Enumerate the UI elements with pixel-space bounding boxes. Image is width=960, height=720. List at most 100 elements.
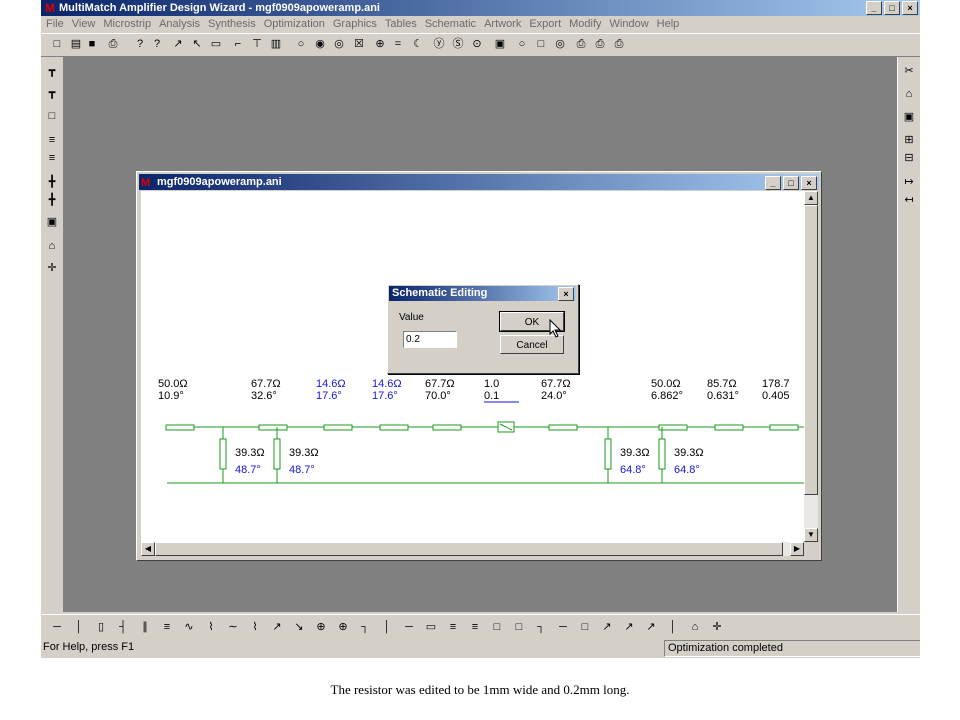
- bottom-tool-28-icon[interactable]: │: [665, 619, 681, 635]
- context-help-icon[interactable]: ?: [149, 36, 165, 52]
- bottom-tool-8-icon[interactable]: ∼: [225, 619, 241, 635]
- bottom-tool-7-icon[interactable]: ⌇: [203, 619, 219, 635]
- menu-optimization[interactable]: Optimization: [261, 16, 328, 32]
- arrow-tool-2-icon[interactable]: ↖: [189, 36, 205, 52]
- bottom-tool-4-icon[interactable]: ∥: [137, 619, 153, 635]
- close-button[interactable]: ×: [902, 1, 918, 15]
- menu-synthesis[interactable]: Synthesis: [205, 16, 259, 32]
- menu-schematic[interactable]: Schematic: [422, 16, 479, 32]
- save-icon[interactable]: ■: [84, 36, 100, 52]
- equals-icon[interactable]: =: [390, 36, 406, 52]
- bottom-tool-19-icon[interactable]: ≡: [467, 619, 483, 635]
- bottom-tool-29-icon[interactable]: ⌂: [687, 619, 703, 635]
- value-input[interactable]: 0.2: [403, 331, 457, 348]
- help-icon[interactable]: ?: [132, 36, 148, 52]
- menu-view[interactable]: View: [69, 16, 99, 32]
- print-stack-icon[interactable]: ⎙: [573, 36, 589, 52]
- left-tool-1-icon[interactable]: ┳: [44, 85, 60, 101]
- bottom-tool-16-icon[interactable]: ─: [401, 619, 417, 635]
- left-tool-7-icon[interactable]: ▣: [44, 214, 60, 230]
- bottom-tool-12-icon[interactable]: ⊕: [313, 619, 329, 635]
- circle-icon[interactable]: ○: [293, 36, 309, 52]
- menu-window[interactable]: Window: [607, 16, 652, 32]
- bottom-tool-23-icon[interactable]: ─: [555, 619, 571, 635]
- scroll-left-arrow-icon[interactable]: ◀: [141, 542, 155, 556]
- right-tool-6-icon[interactable]: ↤: [901, 192, 917, 208]
- box-x-icon[interactable]: ☒: [351, 36, 367, 52]
- bottom-tool-1-icon[interactable]: │: [71, 619, 87, 635]
- menu-file[interactable]: File: [43, 16, 67, 32]
- s-icon[interactable]: Ⓢ: [450, 36, 466, 52]
- left-tool-9-icon[interactable]: ✛: [44, 260, 60, 276]
- scroll-down-arrow-icon[interactable]: ▼: [804, 528, 818, 542]
- vertical-scrollbar[interactable]: ▲ ▼: [804, 191, 818, 542]
- right-tool-2-icon[interactable]: ▣: [901, 109, 917, 125]
- bottom-tool-17-icon[interactable]: ▭: [423, 619, 439, 635]
- scroll-up-arrow-icon[interactable]: ▲: [804, 191, 818, 205]
- bottom-tool-15-icon[interactable]: │: [379, 619, 395, 635]
- bottom-tool-18-icon[interactable]: ≡: [445, 619, 461, 635]
- left-tool-6-icon[interactable]: ╋: [44, 192, 60, 208]
- horizontal-scrollbar[interactable]: ◀ ▶: [141, 542, 804, 556]
- loop-icon[interactable]: ☾: [410, 36, 426, 52]
- menu-artwork[interactable]: Artwork: [481, 16, 524, 32]
- child-maximize-button[interactable]: □: [783, 176, 799, 190]
- left-tool-4-icon[interactable]: ≡: [44, 150, 60, 166]
- right-tool-0-icon[interactable]: ✂: [901, 63, 917, 79]
- open-folder-icon[interactable]: ▤: [68, 36, 84, 52]
- bottom-tool-5-icon[interactable]: ≡: [159, 619, 175, 635]
- bottom-tool-27-icon[interactable]: ↗: [643, 619, 659, 635]
- new-file-icon[interactable]: □: [49, 36, 65, 52]
- circle-3-icon[interactable]: ◎: [331, 36, 347, 52]
- y-icon[interactable]: ⓨ: [431, 36, 447, 52]
- menu-microstrip[interactable]: Microstrip: [100, 16, 154, 32]
- bottom-tool-0-icon[interactable]: ─: [49, 619, 65, 635]
- horizontal-scroll-thumb[interactable]: [155, 542, 783, 556]
- scroll-right-arrow-icon[interactable]: ▶: [790, 542, 804, 556]
- child-close-button[interactable]: ×: [801, 176, 817, 190]
- vertical-scroll-thumb[interactable]: [804, 205, 818, 495]
- left-tool-0-icon[interactable]: ┳: [44, 63, 60, 79]
- menu-analysis[interactable]: Analysis: [156, 16, 203, 32]
- print-stack-3-icon[interactable]: ⎙: [611, 36, 627, 52]
- bottom-tool-13-icon[interactable]: ⊕: [335, 619, 351, 635]
- bottom-tool-24-icon[interactable]: □: [577, 619, 593, 635]
- maximize-button[interactable]: □: [884, 1, 900, 15]
- bottom-tool-10-icon[interactable]: ↗: [269, 619, 285, 635]
- circle-2-icon[interactable]: ◉: [312, 36, 328, 52]
- print-icon[interactable]: ⎙: [105, 36, 121, 52]
- left-tool-5-icon[interactable]: ╋: [44, 174, 60, 190]
- tee-icon[interactable]: ⊤: [249, 36, 265, 52]
- bottom-tool-21-icon[interactable]: □: [511, 619, 527, 635]
- minimize-button[interactable]: _: [866, 1, 882, 15]
- bottom-tool-9-icon[interactable]: ⌇: [247, 619, 263, 635]
- circle-4-icon[interactable]: ○: [514, 36, 530, 52]
- microstrip-bend-icon[interactable]: ⌐: [230, 36, 246, 52]
- bottom-tool-30-icon[interactable]: ✛: [709, 619, 725, 635]
- bottom-tool-20-icon[interactable]: □: [489, 619, 505, 635]
- left-tool-3-icon[interactable]: ≡: [44, 132, 60, 148]
- bottom-tool-25-icon[interactable]: ↗: [599, 619, 615, 635]
- right-tool-4-icon[interactable]: ⊟: [901, 150, 917, 166]
- left-tool-2-icon[interactable]: □: [44, 108, 60, 124]
- dot-icon[interactable]: ⊙: [469, 36, 485, 52]
- right-tool-5-icon[interactable]: ↦: [901, 174, 917, 190]
- bottom-tool-11-icon[interactable]: ↘: [291, 619, 307, 635]
- menu-help[interactable]: Help: [654, 16, 683, 32]
- bottom-tool-6-icon[interactable]: ∿: [181, 619, 197, 635]
- bottom-tool-3-icon[interactable]: ┤: [115, 619, 131, 635]
- arrow-tool-icon[interactable]: ↗: [170, 36, 186, 52]
- menu-tables[interactable]: Tables: [382, 16, 420, 32]
- dialog-close-button[interactable]: ×: [558, 287, 574, 301]
- component-icon[interactable]: ⊕: [372, 36, 388, 52]
- bottom-tool-26-icon[interactable]: ↗: [621, 619, 637, 635]
- bottom-tool-14-icon[interactable]: ┐: [357, 619, 373, 635]
- left-tool-8-icon[interactable]: ⌂: [44, 238, 60, 254]
- chip-icon[interactable]: ▣: [492, 36, 508, 52]
- menu-modify[interactable]: Modify: [566, 16, 604, 32]
- dimension-icon[interactable]: ▭: [208, 36, 224, 52]
- circle-5-icon[interactable]: ◎: [552, 36, 568, 52]
- child-minimize-button[interactable]: _: [765, 176, 781, 190]
- bottom-tool-2-icon[interactable]: ▯: [93, 619, 109, 635]
- square-icon[interactable]: □: [533, 36, 549, 52]
